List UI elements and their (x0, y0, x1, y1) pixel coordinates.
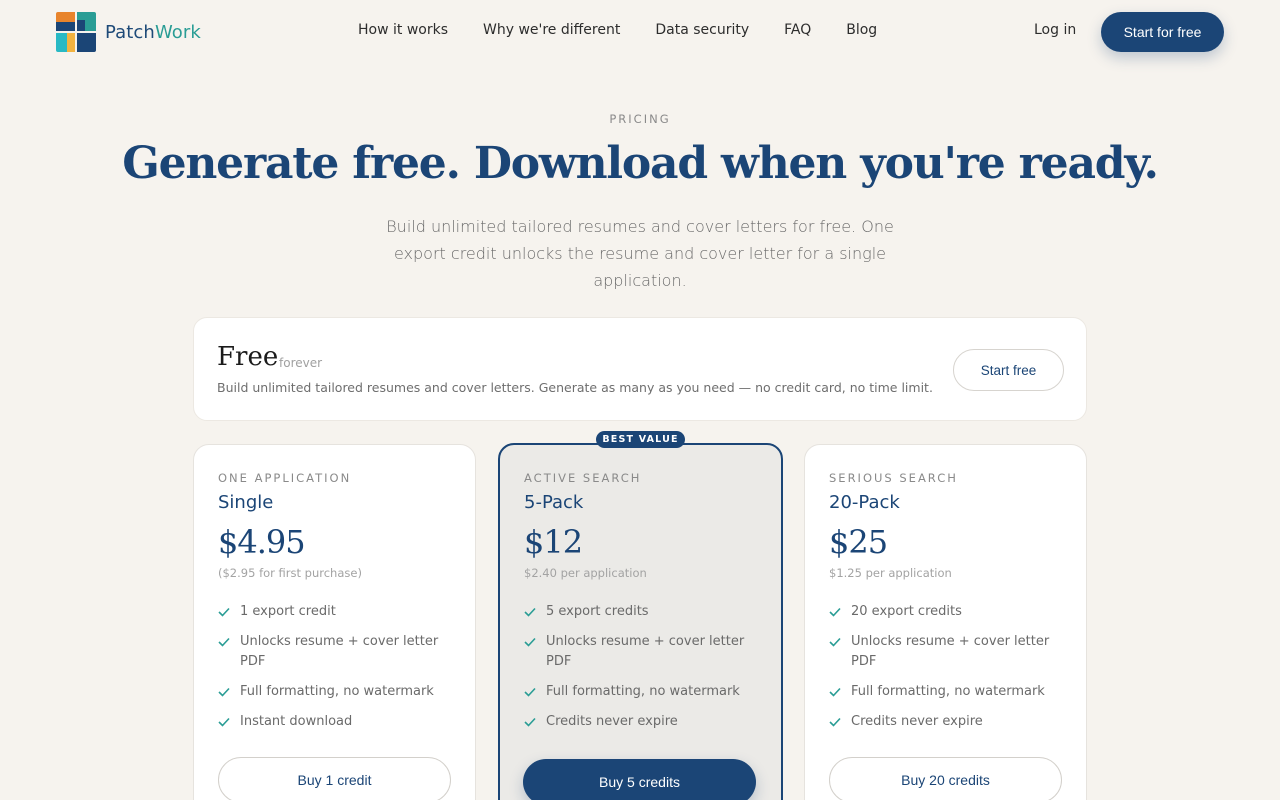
check-icon (218, 712, 232, 732)
plan-price-note: $1.25 per application (829, 566, 952, 580)
list-item: 20 export credits (829, 602, 1059, 622)
plan-price: $4.95 (218, 523, 306, 561)
feature-list: 5 export credits Unlocks resume + cover … (524, 602, 754, 742)
list-item: Unlocks resume + cover letter PDF (218, 632, 448, 672)
buy-5-credits-button[interactable]: Buy 5 credits (523, 759, 756, 800)
patchwork-logo-icon (56, 12, 96, 52)
check-icon (524, 602, 538, 622)
feature-list: 20 export credits Unlocks resume + cover… (829, 602, 1059, 742)
check-icon (524, 712, 538, 732)
plan-name: 5-Pack (524, 492, 584, 513)
free-plan-title: Free (217, 342, 279, 372)
plan-tier: SERIOUS SEARCH (829, 471, 958, 485)
nav-link-blog[interactable]: Blog (846, 22, 877, 38)
buy-1-credit-button[interactable]: Buy 1 credit (218, 757, 451, 800)
plan-card-20-pack: SERIOUS SEARCH 20-Pack $25 $1.25 per app… (804, 444, 1087, 800)
check-icon (218, 682, 232, 702)
page-subtitle: Build unlimited tailored resumes and cov… (386, 217, 894, 290)
plan-card-5-pack: ACTIVE SEARCH 5-Pack $12 $2.40 per appli… (498, 443, 783, 800)
list-item: Full formatting, no watermark (524, 682, 754, 702)
best-value-badge: BEST VALUE (596, 431, 685, 448)
list-item: 1 export credit (218, 602, 448, 622)
check-icon (218, 632, 232, 652)
plan-price: $12 (524, 523, 583, 561)
plan-name: 20-Pack (829, 492, 900, 513)
feature-list: 1 export credit Unlocks resume + cover l… (218, 602, 448, 742)
start-for-free-button[interactable]: Start for free (1101, 12, 1224, 52)
free-plan-card: Free forever Build unlimited tailored re… (193, 317, 1087, 421)
page-title: Generate free. Download when you're read… (122, 138, 1159, 189)
plan-card-single: ONE APPLICATION Single $4.95 ($2.95 for … (193, 444, 476, 800)
logo-text: PatchWork (105, 21, 201, 43)
free-plan-subtitle: forever (279, 356, 323, 370)
check-icon (829, 712, 843, 732)
plan-name: Single (218, 492, 274, 513)
plan-price: $25 (829, 523, 888, 561)
nav-link-why-different[interactable]: Why we're different (483, 22, 620, 38)
list-item: Credits never expire (524, 712, 754, 732)
pricing-eyebrow: PRICING (609, 112, 671, 126)
check-icon (524, 682, 538, 702)
nav-link-data-security[interactable]: Data security (655, 22, 749, 38)
check-icon (524, 632, 538, 652)
login-link[interactable]: Log in (1034, 22, 1076, 38)
buy-20-credits-button[interactable]: Buy 20 credits (829, 757, 1062, 800)
plan-tier: ONE APPLICATION (218, 471, 352, 485)
check-icon (829, 632, 843, 652)
list-item: Unlocks resume + cover letter PDF (524, 632, 754, 672)
nav-link-faq[interactable]: FAQ (784, 22, 811, 38)
nav-link-how-it-works[interactable]: How it works (358, 22, 448, 38)
check-icon (218, 602, 232, 622)
plan-tier: ACTIVE SEARCH (524, 471, 642, 485)
list-item: Unlocks resume + cover letter PDF (829, 632, 1059, 672)
free-plan-description: Build unlimited tailored resumes and cov… (217, 380, 933, 395)
list-item: 5 export credits (524, 602, 754, 622)
top-nav: PatchWork How it works Why we're differe… (0, 0, 1280, 62)
list-item: Full formatting, no watermark (218, 682, 448, 702)
check-icon (829, 682, 843, 702)
logo[interactable]: PatchWork (56, 12, 201, 52)
plan-price-note: ($2.95 for first purchase) (218, 566, 362, 580)
start-free-button[interactable]: Start free (953, 349, 1064, 391)
list-item: Full formatting, no watermark (829, 682, 1059, 702)
plan-price-note: $2.40 per application (524, 566, 647, 580)
list-item: Credits never expire (829, 712, 1059, 732)
list-item: Instant download (218, 712, 448, 732)
check-icon (829, 602, 843, 622)
nav-links: How it works Why we're different Data se… (358, 22, 912, 38)
